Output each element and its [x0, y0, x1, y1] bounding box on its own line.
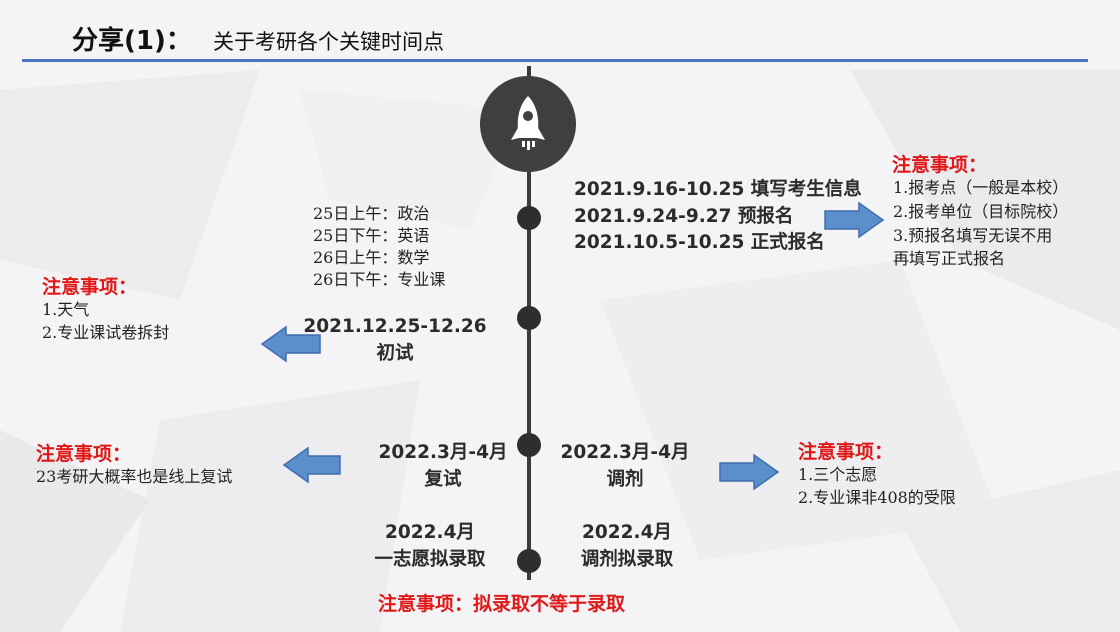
exam-schedule-3: 26日上午：数学: [313, 248, 430, 267]
initial-exam-note-title: 注意事项：: [42, 276, 138, 298]
adjustment-label: 调剂: [606, 469, 644, 490]
initial-exam-note-item-2: 2.专业课试卷拆封: [42, 323, 170, 342]
retest-note-title: 注意事项：: [36, 443, 132, 465]
first-choice-admit-date: 2022.4月: [385, 522, 475, 543]
retest-label: 复试: [424, 469, 462, 490]
registration-line-2: 2021.9.24-9.27 预报名: [574, 206, 794, 227]
rocket-badge: [480, 76, 576, 172]
exam-schedule-4: 26日下午：专业课: [313, 270, 446, 289]
timeline-dot-retest: [517, 433, 541, 457]
initial-exam-date: 2021.12.25-12.26: [303, 316, 487, 337]
timeline-dot-admission: [517, 549, 541, 573]
page-title: 分享(1)：: [72, 26, 192, 56]
bottom-note: 注意事项：拟录取不等于录取: [378, 593, 626, 615]
adjust-admit-date: 2022.4月: [582, 522, 672, 543]
arrow-right-icon: [719, 453, 780, 491]
registration-note-item-4: 再填写正式报名: [893, 249, 1006, 268]
adjustment-date: 2022.3月-4月: [560, 442, 690, 463]
arrow-left-icon: [282, 446, 341, 484]
header-divider: [22, 59, 1088, 62]
retest-note-item-1: 23考研大概率也是线上复试: [36, 467, 233, 486]
initial-exam-label: 初试: [376, 343, 414, 364]
timeline-dot-registration: [517, 206, 541, 230]
registration-line-1: 2021.9.16-10.25 填写考生信息: [574, 179, 862, 200]
registration-note-title: 注意事项：: [892, 154, 988, 176]
registration-note-item-3: 3.预报名填写无误不用: [893, 226, 1053, 245]
registration-note-item-1: 1.报考点（一般是本校）: [893, 178, 1069, 197]
registration-note-item-2: 2.报考单位（目标院校）: [893, 202, 1069, 221]
retest-date: 2022.3月-4月: [378, 442, 508, 463]
adjustment-note-title: 注意事项：: [798, 441, 894, 463]
adjust-admit-label: 调剂拟录取: [580, 549, 674, 570]
exam-schedule-2: 25日下午：英语: [313, 226, 430, 245]
adjustment-note-item-1: 1.三个志愿: [798, 465, 878, 484]
first-choice-admit-label: 一志愿拟录取: [374, 549, 486, 570]
page-subtitle: 关于考研各个关键时间点: [213, 30, 444, 54]
exam-schedule-1: 25日上午：政治: [313, 204, 430, 223]
arrow-left-icon: [260, 325, 321, 363]
rocket-icon: [511, 96, 545, 150]
initial-exam-note-item-1: 1.天气: [42, 300, 90, 319]
arrow-right-icon: [824, 201, 885, 239]
registration-line-3: 2021.10.5-10.25 正式报名: [574, 232, 825, 253]
timeline-dot-initial-exam: [517, 306, 541, 330]
adjustment-note-item-2: 2.专业课非408的受限: [798, 488, 956, 507]
